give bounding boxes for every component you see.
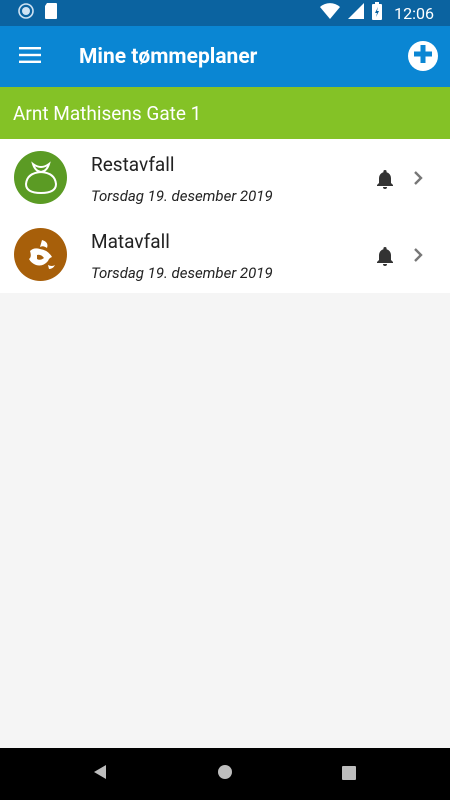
status-bar: 12:06 [0, 0, 450, 26]
app-bar: Mine tømmeplaner [0, 26, 450, 87]
item-date: Torsdag 19. desember 2019 [91, 187, 273, 205]
wifi-icon [320, 3, 341, 23]
item-title: Restavfall [91, 153, 175, 176]
battery-charging-icon [372, 2, 383, 24]
bell-icon[interactable] [375, 168, 395, 190]
home-icon [217, 764, 233, 784]
food-waste-icon [14, 228, 67, 281]
add-circle-icon [413, 44, 433, 68]
status-time: 12:06 [394, 3, 434, 23]
bell-icon[interactable] [375, 245, 395, 267]
back-button[interactable] [88, 762, 112, 786]
hamburger-menu-icon [19, 46, 41, 67]
recents-icon [342, 765, 356, 784]
menu-button[interactable] [0, 26, 60, 87]
system-nav-bar [0, 748, 450, 800]
add-schedule-button[interactable] [408, 41, 438, 71]
list-item-restavfall[interactable]: Restavfall Torsdag 19. desember 2019 [0, 139, 450, 216]
status-circle-icon [18, 3, 34, 23]
item-date: Torsdag 19. desember 2019 [91, 264, 273, 282]
recents-button[interactable] [337, 762, 361, 786]
trash-bag-icon [14, 151, 67, 204]
schedule-list: Restavfall Torsdag 19. desember 2019 Mat… [0, 139, 450, 293]
address-label: Arnt Mathisens Gate 1 [13, 101, 202, 125]
chevron-right-icon[interactable] [412, 246, 424, 264]
item-title: Matavfall [91, 230, 170, 253]
list-item-matavfall[interactable]: Matavfall Torsdag 19. desember 2019 [0, 216, 450, 293]
address-header: Arnt Mathisens Gate 1 [0, 87, 450, 139]
page-title: Mine tømmeplaner [79, 44, 258, 69]
back-icon [92, 764, 108, 784]
chevron-right-icon[interactable] [412, 169, 424, 187]
sd-card-icon [44, 3, 58, 23]
home-button[interactable] [213, 762, 237, 786]
signal-icon [348, 3, 365, 23]
